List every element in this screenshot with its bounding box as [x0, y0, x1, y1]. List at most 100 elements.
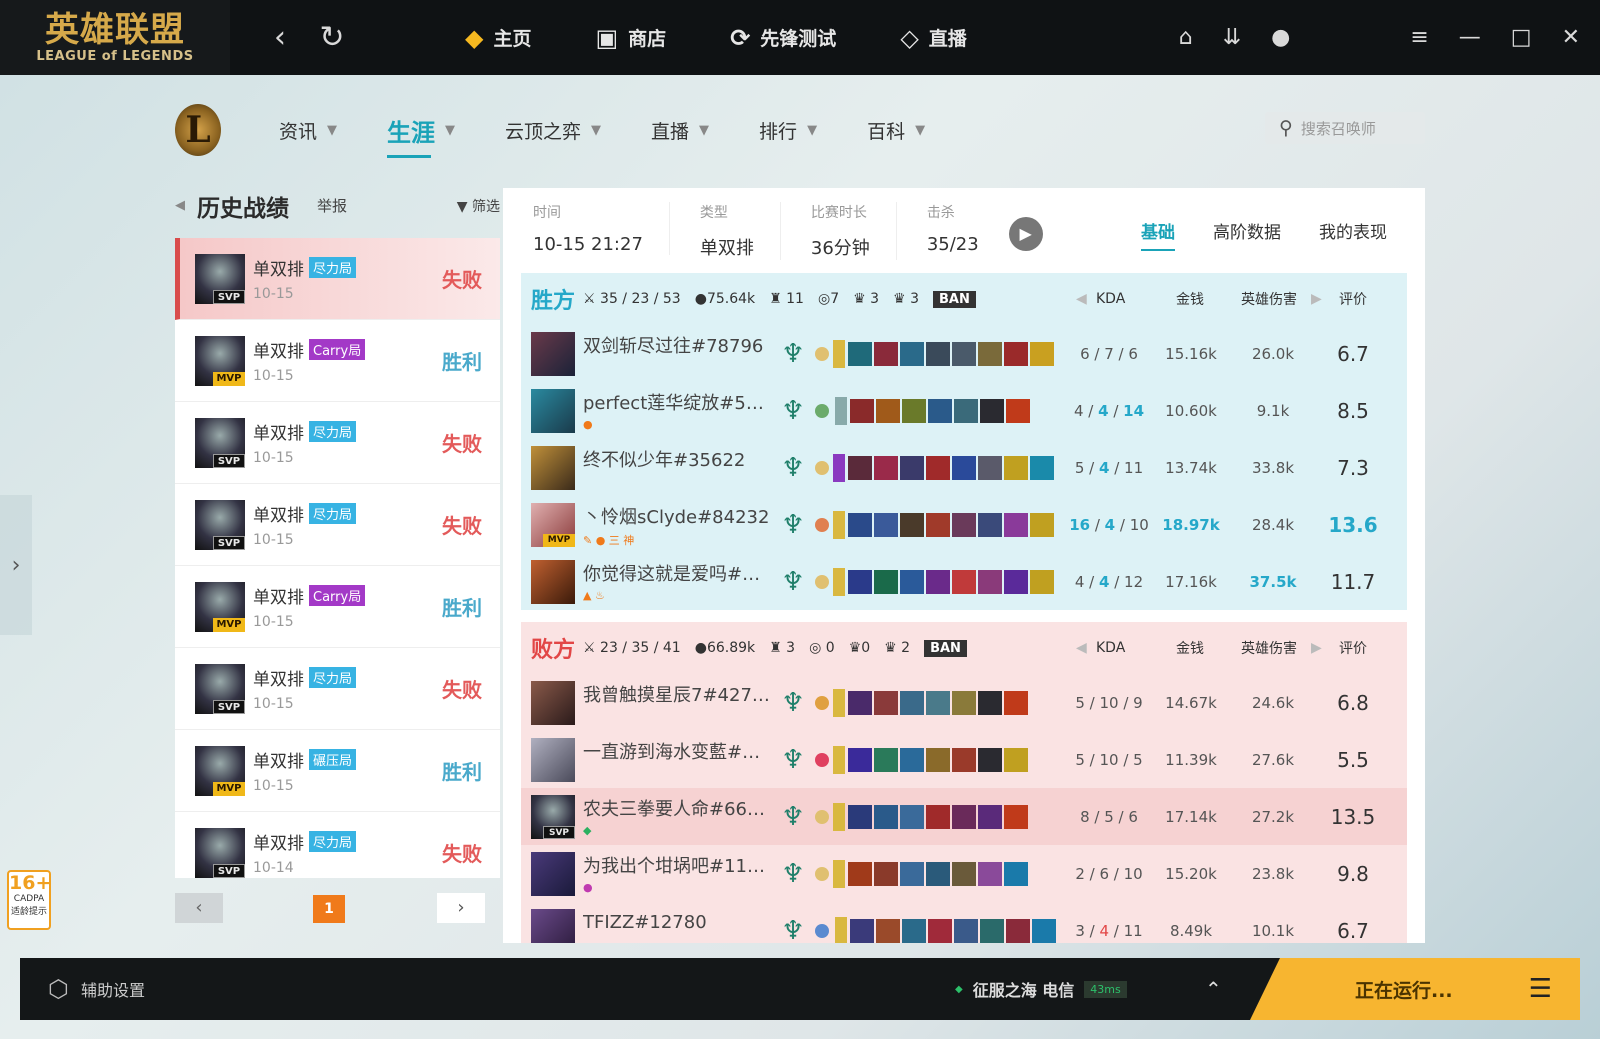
report-link[interactable]: 举报 — [317, 195, 347, 216]
summoner-search-input[interactable]: ⚲ 搜索召唤师 — [1265, 112, 1425, 144]
player-row[interactable]: 你觉得这就是爱吗#49... ▲ ♨ ♆ 4 / 4 / 12 17.16k 37… — [521, 553, 1407, 610]
item-build — [833, 567, 1056, 596]
match-detail-panel: 时间 10-15 21:27 类型 单双排 比赛时长 36分钟 击杀 35/23 ▶ 基… — [503, 188, 1425, 943]
replay-play-icon[interactable]: ▶ — [1008, 217, 1043, 251]
player-row[interactable]: TFIZZ#12780 ♆ 3 / 4 / 11 8.49k 10.1k 6.7 — [521, 902, 1407, 943]
match-tag: 碾压局 — [309, 749, 357, 770]
keystone-rune-icon — [815, 459, 829, 477]
download-icon[interactable]: ⇊ — [1223, 25, 1241, 50]
ban-button[interactable]: BAN — [932, 290, 976, 308]
sub-nav: L 资讯 ▼ 生涯 ▼ 云顶之弈 ▼ 直播 ▼ 排行 ▼ 百科 ▼ ⚲ 搜索召唤师 — [175, 100, 1425, 160]
tab-advanced[interactable]: 高阶数据 — [1213, 218, 1281, 243]
nav-home[interactable]: ◆ 主页 — [465, 24, 531, 52]
tab-tft[interactable]: 云顶之弈 ▼ — [505, 117, 601, 144]
ban-button[interactable]: BAN — [924, 639, 967, 657]
dragon-icon: ◎ — [809, 640, 822, 656]
expand-sidebar-button[interactable]: › — [0, 495, 32, 635]
match-list: SVP 单双排 尽力局 10-15 失败 MVP 单双排 Carry局 10-15 胜利… — [175, 238, 500, 878]
match-result: 失败 — [442, 268, 482, 292]
list-item[interactable]: MVP 单双排 Carry局 10-15 胜利 — [175, 320, 500, 402]
tower-icon: ♜ — [769, 640, 782, 656]
assist-settings-button[interactable]: ⬡ 辅助设置 — [48, 975, 145, 1003]
item-build — [833, 745, 1030, 774]
rank-emblem-icon: ♆ — [781, 395, 805, 426]
list-item[interactable]: SVP 单双排 尽力局 10-15 失败 — [175, 238, 500, 320]
chevron-up-icon[interactable]: ⌃ — [1205, 977, 1222, 1001]
nav-pioneer-test[interactable]: ⟳ 先锋测试 — [730, 24, 836, 52]
herald-icon: ♛ — [884, 640, 897, 656]
filter-icon: ▼ — [456, 198, 468, 215]
avatar: MVP — [195, 335, 245, 386]
player-row[interactable]: 我曾触摸星辰7#42724 ♆ 5 / 10 / 9 14.67k 24.6k … — [521, 674, 1407, 731]
current-page[interactable]: 1 — [313, 895, 345, 923]
winning-team: 胜方 ⚔ 35 / 23 / 53 ●75.64k ♜ 11 ◎7 ♛ 3 ♛ … — [521, 273, 1407, 610]
match-summary: 时间 10-15 21:27 类型 单双排 比赛时长 36分钟 击杀 35/23 ▶ 基… — [503, 188, 1425, 273]
menu-icon[interactable]: ≡ — [1410, 25, 1428, 50]
rank-emblem-icon: ♆ — [781, 452, 805, 483]
kda-icon: ⚔ — [583, 640, 596, 656]
refresh-icon[interactable]: ↻ — [306, 20, 358, 55]
running-status-button[interactable]: 正在运行... ☰ — [1250, 958, 1580, 1020]
rank-emblem-icon: ♆ — [781, 338, 805, 369]
rank-emblem-icon: ♆ — [781, 858, 805, 889]
prev-page-button[interactable]: ‹ — [175, 893, 223, 923]
tab-basic[interactable]: 基础 — [1141, 218, 1175, 251]
champion-avatar — [531, 680, 575, 725]
keystone-rune-icon — [815, 922, 829, 940]
player-row[interactable]: 终不似少年#35622 ♆ 5 / 4 / 11 13.74k 33.8k 7.… — [521, 439, 1407, 496]
chevron-right-icon: › — [11, 552, 21, 578]
home-icon: ◆ — [465, 23, 484, 52]
player-row[interactable]: 为我出个坩埚吧#11150 ● ♆ 2 / 6 / 10 15.20k 23.8k… — [521, 845, 1407, 902]
player-row[interactable]: perfect莲华绽放#573... ● ♆ 4 / 4 / 14 10.60k … — [521, 382, 1407, 439]
item-build — [833, 802, 1030, 831]
avatar: SVP — [195, 253, 245, 304]
item-build — [833, 688, 1030, 717]
nav-store[interactable]: ▣ 商店 — [595, 24, 666, 52]
champion-avatar — [531, 851, 575, 896]
nav-live[interactable]: ◇ 直播 — [900, 24, 966, 52]
list-item[interactable]: MVP 单双排 Carry局 10-15 胜利 — [175, 566, 500, 648]
history-header: ◀ 历史战绩 举报 ▼ 筛选 — [175, 188, 500, 223]
tab-my-performance[interactable]: 我的表现 — [1319, 218, 1387, 243]
champion-avatar — [531, 331, 575, 376]
player-row[interactable]: SVP 农夫三拳要人命#66780 ◆ ♆ 8 / 5 / 6 17.14k 27… — [521, 788, 1407, 845]
next-page-button[interactable]: › — [437, 893, 485, 923]
tab-wiki[interactable]: 百科 ▼ — [867, 117, 925, 144]
maximize-icon[interactable]: □ — [1511, 25, 1532, 50]
profile-avatar[interactable]: ● — [1271, 25, 1290, 50]
scroll-left-icon: ◀ — [1076, 291, 1087, 307]
rank-emblem-icon: ♆ — [781, 509, 805, 540]
match-result: 失败 — [442, 842, 482, 866]
item-build — [833, 339, 1056, 368]
close-icon[interactable]: ✕ — [1562, 25, 1580, 50]
hamburger-menu-icon[interactable]: ☰ — [1529, 974, 1552, 1004]
player-row[interactable]: 一直游到海水变藍#11... ♆ 5 / 10 / 5 11.39k 27.6k… — [521, 731, 1407, 788]
match-result: 失败 — [442, 514, 482, 538]
chevron-down-icon: ▼ — [445, 122, 456, 138]
minimize-icon[interactable]: — — [1459, 25, 1481, 50]
list-item[interactable]: MVP 单双排 碾压局 10-15 胜利 — [175, 730, 500, 812]
tab-news[interactable]: 资讯 ▼ — [279, 117, 337, 144]
tab-rank[interactable]: 排行 ▼ — [759, 117, 817, 144]
tab-live[interactable]: 直播 ▼ — [651, 117, 709, 144]
match-tag: Carry局 — [309, 339, 366, 360]
herald-icon: ♛ — [893, 291, 906, 307]
player-row[interactable]: 双剑斩尽过往#78796 ♆ 6 / 7 / 6 15.16k 26.0k 6.… — [521, 325, 1407, 382]
list-item[interactable]: SVP 单双排 尽力局 10-15 失败 — [175, 484, 500, 566]
tab-career[interactable]: 生涯 ▼ — [387, 113, 456, 158]
champion-avatar — [531, 737, 575, 782]
item-build — [835, 916, 1058, 943]
keystone-rune-icon — [815, 402, 829, 420]
match-result: 胜利 — [442, 350, 482, 374]
chat-icon[interactable]: ⌂ — [1179, 25, 1193, 50]
baron-icon: ♛ — [848, 640, 862, 656]
baron-icon: ♛ — [853, 291, 866, 307]
filter-button[interactable]: ▼ 筛选 — [457, 196, 500, 216]
list-item[interactable]: SVP 单双排 尽力局 10-14 失败 — [175, 812, 500, 878]
pioneer-test-icon: ⟳ — [730, 23, 751, 52]
collapse-left-icon[interactable]: ◀ — [175, 198, 185, 213]
list-item[interactable]: SVP 单双排 尽力局 10-15 失败 — [175, 402, 500, 484]
list-item[interactable]: SVP 单双排 尽力局 10-15 失败 — [175, 648, 500, 730]
player-row[interactable]: MVP 丶怜烟sClyde#84232 ✎ ● 三 神 ♆ 16 / 4 / 10… — [521, 496, 1407, 553]
back-icon[interactable]: ‹ — [254, 20, 306, 55]
